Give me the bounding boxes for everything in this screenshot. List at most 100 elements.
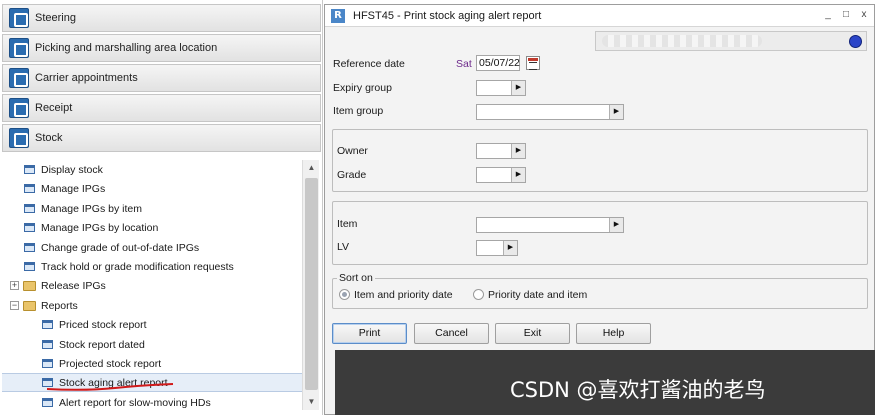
tree-item-manage-ipgs-by-item[interactable]: Manage IPGs by item [2, 199, 302, 218]
tree-item-reports[interactable]: − Reports [2, 296, 302, 315]
tree-item-label: Manage IPGs by location [41, 221, 159, 234]
tree-item-stock-report-dated[interactable]: Stock report dated [2, 335, 302, 354]
folder-icon [23, 280, 36, 291]
nav-header-carrier[interactable]: Carrier appointments [2, 64, 321, 92]
sort-item-priority-label[interactable]: Item and priority date [354, 289, 453, 301]
collapse-icon[interactable]: − [10, 301, 19, 310]
stock-tree: Display stock Manage IPGs Manage IPGs by… [2, 154, 302, 415]
print-button[interactable]: Print [332, 323, 407, 344]
red-underline-annotation [46, 383, 174, 391]
picking-icon [9, 38, 29, 58]
expiry-group-combo[interactable]: ▶ [476, 80, 526, 96]
tree-item-alert-slow-moving[interactable]: Alert report for slow-moving HDs [2, 393, 302, 412]
top-info-strip [595, 31, 867, 51]
nav-header-label: Steering [35, 12, 76, 24]
cancel-button[interactable]: Cancel [414, 323, 489, 344]
tree-item-label: Release IPGs [41, 279, 106, 292]
window-icon [24, 223, 35, 232]
sort-item-priority-radio[interactable] [339, 289, 350, 300]
calendar-icon[interactable] [526, 56, 540, 70]
expiry-group-label: Expiry group [333, 82, 392, 94]
calendar-icon [9, 68, 29, 88]
grade-label: Grade [337, 169, 367, 181]
grade-combo[interactable]: ▶ [476, 167, 526, 183]
scrollbar-thumb[interactable] [305, 178, 318, 390]
tree-item-priced-stock-report[interactable]: Priced stock report [2, 315, 302, 334]
redacted-text [602, 35, 762, 47]
window-icon [24, 262, 35, 271]
item-group-combo[interactable]: ▶ [476, 104, 624, 120]
window-icon [42, 398, 53, 407]
nav-header-stock[interactable]: Stock [2, 124, 321, 152]
tree-item-release-ipgs[interactable]: + Release IPGs [2, 276, 302, 295]
dropdown-arrow-icon[interactable]: ▶ [511, 168, 525, 182]
exit-button[interactable]: Exit [495, 323, 570, 344]
window-icon [42, 340, 53, 349]
tree-item-change-grade[interactable]: Change grade of out-of-date IPGs [2, 238, 302, 257]
item-label: Item [337, 218, 358, 230]
nav-header-label: Stock [35, 132, 63, 144]
item-combo[interactable]: ▶ [476, 217, 624, 233]
minimize-icon[interactable]: _ [821, 8, 835, 22]
tree-item-label: Change grade of out-of-date IPGs [41, 241, 200, 254]
dropdown-arrow-icon[interactable]: ▶ [609, 105, 623, 119]
tree-scrollbar[interactable]: ▲ ▼ [302, 160, 319, 410]
nav-header-label: Receipt [35, 102, 73, 114]
window-icon [24, 204, 35, 213]
tree-item-label: Track hold or grade modification request… [41, 260, 234, 273]
sort-priority-item-radio[interactable] [473, 289, 484, 300]
reference-date-field[interactable]: 05/07/22 [476, 55, 520, 71]
tree-item-label: Alert report for slow-moving HDs [59, 396, 211, 409]
dropdown-arrow-icon[interactable]: ▶ [511, 144, 525, 158]
help-button[interactable]: Help [576, 323, 651, 344]
help-globe-icon[interactable] [849, 35, 862, 48]
folder-open-icon [23, 300, 36, 311]
steering-icon [9, 8, 29, 28]
lv-label: LV [337, 241, 350, 253]
tree-item-projected-stock-report[interactable]: Projected stock report [2, 354, 302, 373]
item-group-label: Item group [333, 105, 384, 117]
owner-grade-group [332, 129, 868, 192]
title-bar: R HFST45 - Print stock aging alert repor… [325, 5, 874, 27]
owner-combo[interactable]: ▶ [476, 143, 526, 159]
reference-date-label: Reference date [333, 58, 405, 70]
dropdown-arrow-icon[interactable]: ▶ [511, 81, 525, 95]
tree-item-label: Manage IPGs [41, 182, 106, 195]
nav-header-label: Carrier appointments [35, 72, 138, 84]
scroll-down-icon[interactable]: ▼ [303, 394, 320, 410]
tree-item-label: Reports [41, 299, 78, 312]
expand-icon[interactable]: + [10, 281, 19, 290]
nav-header-picking[interactable]: Picking and marshalling area location [2, 34, 321, 62]
sort-priority-item-label[interactable]: Priority date and item [488, 289, 587, 301]
report-dialog: R HFST45 - Print stock aging alert repor… [324, 4, 875, 415]
tree-item-label: Manage IPGs by item [41, 202, 142, 215]
tree-item-track-hold[interactable]: Track hold or grade modification request… [2, 257, 302, 276]
window-title: HFST45 - Print stock aging alert report [353, 9, 542, 22]
window-icon [42, 320, 53, 329]
app-icon: R [331, 8, 345, 23]
scroll-up-icon[interactable]: ▲ [303, 160, 320, 176]
tree-item-manage-ipgs-by-location[interactable]: Manage IPGs by location [2, 218, 302, 237]
dropdown-arrow-icon[interactable]: ▶ [609, 218, 623, 232]
window-icon [42, 359, 53, 368]
lv-combo[interactable]: ▶ [476, 240, 518, 256]
window-icon [24, 184, 35, 193]
tree-item-manage-ipgs[interactable]: Manage IPGs [2, 179, 302, 198]
close-icon[interactable]: x [857, 8, 871, 22]
tree-item-label: Display stock [41, 163, 103, 176]
tree-item-label: Projected stock report [59, 357, 162, 370]
stock-icon [9, 128, 29, 148]
tree-item-label: Priced stock report [59, 318, 147, 331]
nav-header-label: Picking and marshalling area location [35, 42, 218, 54]
tree-item-display-stock[interactable]: Display stock [2, 160, 302, 179]
nav-header-steering[interactable]: Steering [2, 4, 321, 32]
receipt-icon [9, 98, 29, 118]
reference-day-name: Sat [456, 58, 472, 70]
nav-header-receipt[interactable]: Receipt [2, 94, 321, 122]
navigation-panel: Steering Picking and marshalling area lo… [0, 0, 323, 415]
owner-label: Owner [337, 145, 368, 157]
window-icon [24, 165, 35, 174]
dropdown-arrow-icon[interactable]: ▶ [503, 241, 517, 255]
tree-item-label: Stock report dated [59, 338, 145, 351]
maximize-icon[interactable]: □ [839, 8, 853, 22]
